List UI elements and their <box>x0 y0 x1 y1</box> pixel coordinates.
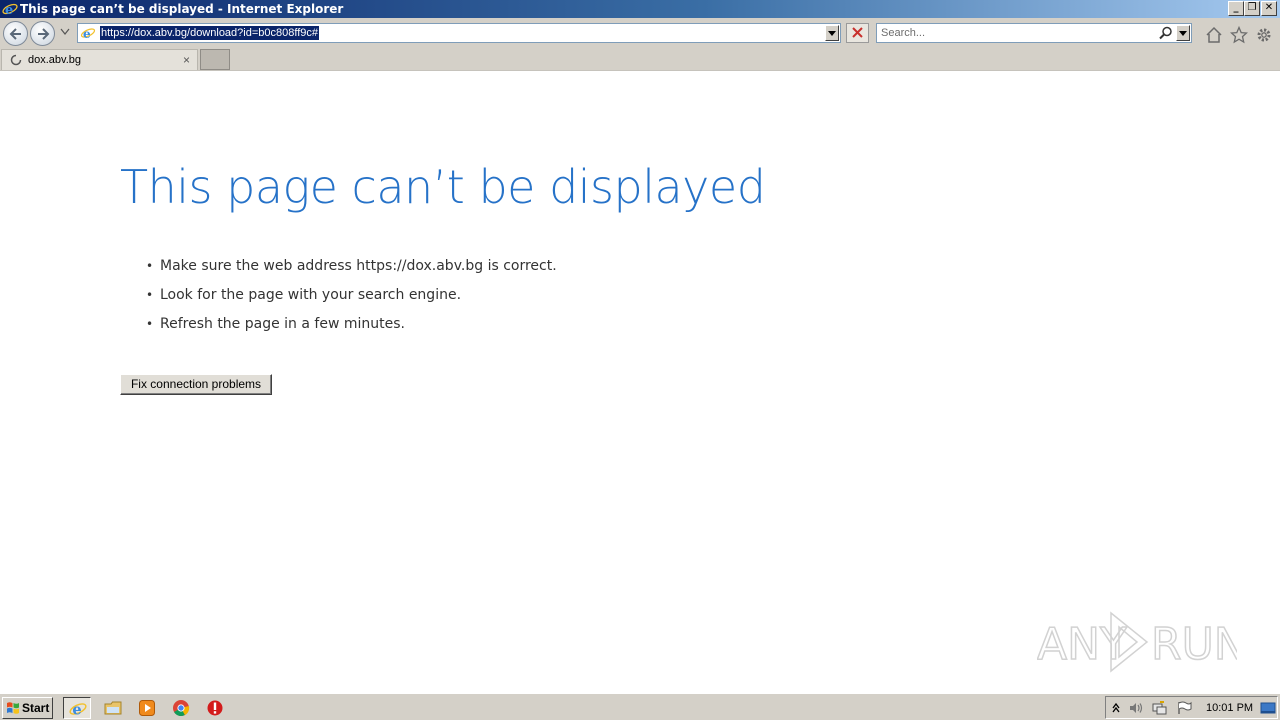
address-dropdown-button[interactable] <box>825 25 839 41</box>
svg-text:e: e <box>72 702 81 718</box>
svg-text:e: e <box>5 3 13 17</box>
tip-item: Make sure the web address https://dox.ab… <box>146 252 557 281</box>
internet-explorer-icon: e <box>69 702 87 718</box>
troubleshooting-tips: Make sure the web address https://dox.ab… <box>146 252 557 339</box>
search-icon[interactable] <box>1159 26 1173 40</box>
minimize-button[interactable]: _ <box>1228 1 1244 16</box>
back-button[interactable] <box>3 21 28 46</box>
show-hidden-icons-icon[interactable] <box>1111 701 1121 715</box>
forward-button[interactable] <box>30 21 55 46</box>
start-label: Start <box>22 701 50 715</box>
loading-spinner-icon <box>10 54 22 66</box>
tab-label: dox.abv.bg <box>28 54 82 66</box>
title-bar: e This page can’t be displayed - Interne… <box>0 0 1280 18</box>
system-tray: 10:01 PM <box>1105 696 1278 719</box>
close-window-button[interactable]: ✕ <box>1261 1 1277 16</box>
chevron-down-icon <box>1179 31 1187 36</box>
new-tab-button[interactable] <box>200 49 230 70</box>
taskbar-file-explorer[interactable] <box>99 697 127 719</box>
media-player-icon <box>139 700 155 716</box>
home-icon[interactable] <box>1205 26 1223 44</box>
start-button[interactable]: Start <box>2 697 53 719</box>
fix-connection-problems-button[interactable]: Fix connection problems <box>120 374 272 395</box>
file-explorer-icon <box>104 701 122 715</box>
back-arrow-icon <box>9 28 21 40</box>
address-bar[interactable]: e https://dox.abv.bg/download?id=b0c808f… <box>77 23 841 43</box>
internet-explorer-icon: e <box>2 3 18 17</box>
page-content: This page can’t be displayed Make sure t… <box>0 71 1280 693</box>
windows-logo-icon <box>7 702 19 714</box>
tip-item: Look for the page with your search engin… <box>146 281 557 310</box>
anyrun-watermark: ANY RUN <box>1037 611 1237 673</box>
taskbar: Start e 10:01 PM <box>0 693 1280 720</box>
watermark-text-right: RUN <box>1151 619 1237 670</box>
navigation-bar: e https://dox.abv.bg/download?id=b0c808f… <box>0 18 1280 48</box>
address-url[interactable]: https://dox.abv.bg/download?id=b0c808ff9… <box>100 26 320 40</box>
window-title: This page can’t be displayed - Internet … <box>20 2 344 16</box>
taskbar-antivirus[interactable] <box>201 697 229 719</box>
tip-item: Refresh the page in a few minutes. <box>146 310 557 339</box>
antivirus-alert-icon <box>207 700 223 716</box>
taskbar-chrome[interactable] <box>167 697 195 719</box>
forward-arrow-icon <box>38 28 50 40</box>
search-provider-dropdown[interactable] <box>1176 25 1190 41</box>
show-desktop-icon[interactable] <box>1260 701 1276 715</box>
search-placeholder: Search... <box>881 27 926 39</box>
taskbar-media-player[interactable] <box>133 697 161 719</box>
svg-text:e: e <box>83 27 91 41</box>
chevron-down-icon <box>828 31 836 36</box>
maximize-button[interactable]: ❐ <box>1244 1 1260 16</box>
stop-button[interactable] <box>846 23 869 43</box>
action-center-flag-icon[interactable] <box>1176 701 1192 715</box>
volume-icon[interactable] <box>1128 701 1144 715</box>
tray-clock[interactable]: 10:01 PM <box>1206 701 1253 715</box>
tab-close-button[interactable]: × <box>183 53 190 67</box>
search-box[interactable]: Search... <box>876 23 1192 43</box>
chrome-icon <box>173 700 190 716</box>
tab-bar: dox.abv.bg × <box>0 48 1280 71</box>
tab-dox-abv-bg[interactable]: dox.abv.bg × <box>1 49 198 70</box>
error-heading: This page can’t be displayed <box>120 160 766 214</box>
page-favicon-icon: e <box>80 27 96 41</box>
network-icon[interactable] <box>1152 701 1168 715</box>
watermark-text-left: ANY <box>1037 619 1127 670</box>
settings-gear-icon[interactable] <box>1255 26 1273 44</box>
stop-x-icon <box>852 27 863 38</box>
taskbar-internet-explorer[interactable]: e <box>63 697 91 719</box>
favorites-star-icon[interactable] <box>1230 26 1248 44</box>
recent-pages-dropdown-icon[interactable] <box>60 28 70 36</box>
ie-window: e This page can’t be displayed - Interne… <box>0 0 1280 720</box>
